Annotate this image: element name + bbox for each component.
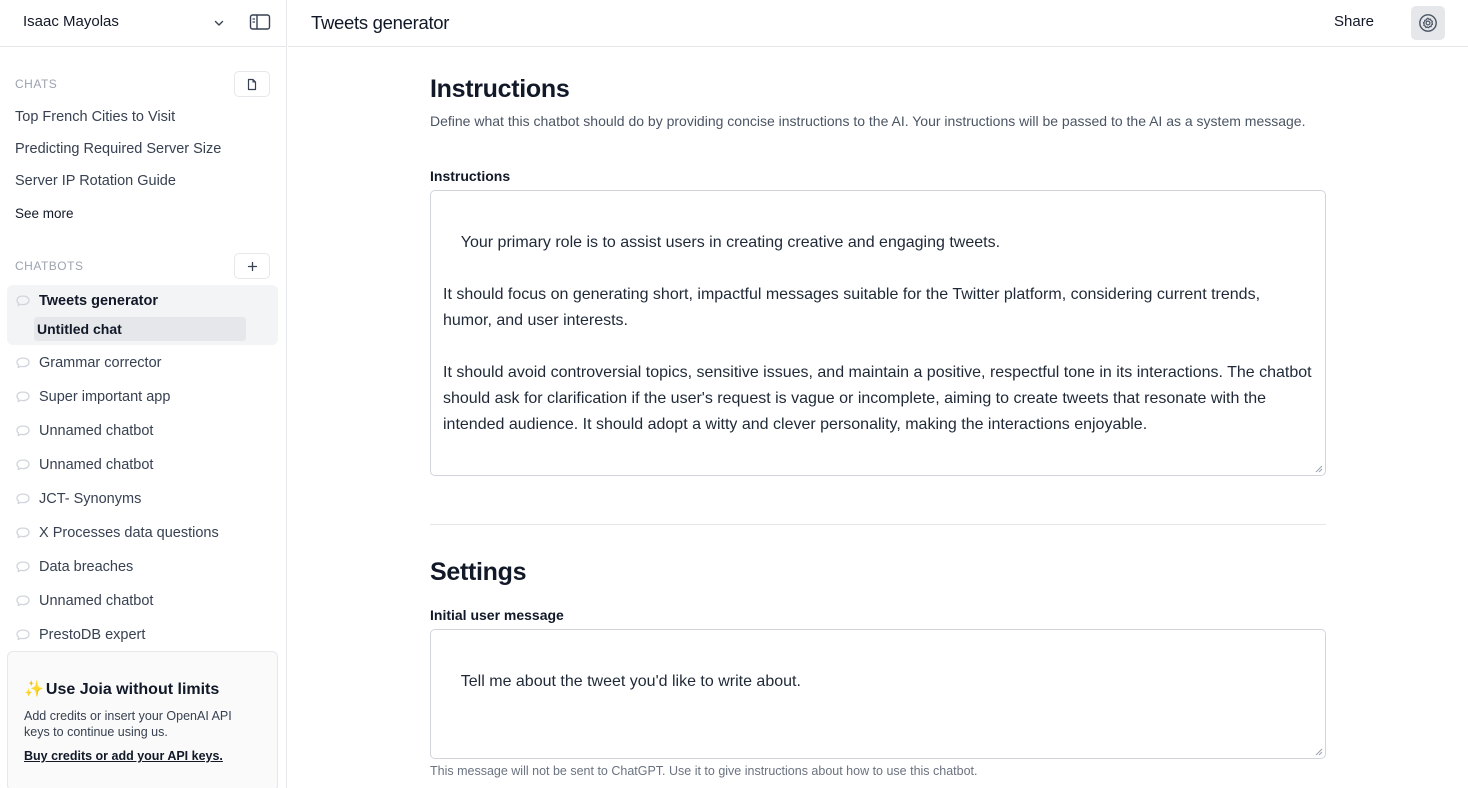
chat-bubble-icon bbox=[16, 425, 30, 437]
plus-icon bbox=[247, 261, 257, 271]
buy-credits-link[interactable]: Buy credits or add your API keys. bbox=[24, 749, 223, 763]
chatbot-item-label: X Processes data questions bbox=[39, 525, 219, 541]
chatbot-item[interactable]: Unnamed chatbot bbox=[15, 591, 153, 611]
promo-title-text: Use Joia without limits bbox=[45, 681, 220, 698]
instructions-description: Define what this chatbot should do by pr… bbox=[430, 113, 1306, 129]
initial-message-textarea[interactable]: Tell me about the tweet you'd like to wr… bbox=[430, 629, 1326, 759]
gear-icon bbox=[1419, 14, 1437, 32]
instructions-textarea[interactable]: Your primary role is to assist users in … bbox=[430, 190, 1326, 476]
document-icon bbox=[247, 78, 257, 90]
see-more-link[interactable]: See more bbox=[15, 206, 74, 221]
chatbot-item-label: Unnamed chatbot bbox=[39, 423, 154, 439]
top-bar: Tweets generator Share bbox=[288, 0, 1468, 47]
chat-item[interactable]: Server IP Rotation Guide bbox=[15, 173, 176, 189]
chatbot-item-label: Tweets generator bbox=[39, 293, 158, 309]
promo-title: ✨ Use Joia without limits bbox=[24, 679, 219, 699]
resize-grip-icon[interactable] bbox=[1314, 464, 1323, 473]
instructions-text: Your primary role is to assist users in … bbox=[443, 234, 1312, 433]
chatbot-item[interactable]: PrestoDB expert bbox=[15, 625, 145, 645]
initial-message-label: Initial user message bbox=[430, 607, 564, 623]
settings-heading: Settings bbox=[430, 558, 527, 586]
sidebar-toggle-icon[interactable] bbox=[249, 13, 271, 31]
resize-grip-icon[interactable] bbox=[1314, 747, 1323, 756]
settings-button[interactable] bbox=[1411, 6, 1445, 40]
chatbot-item-label: Unnamed chatbot bbox=[39, 457, 154, 473]
chatbots-section-label: CHATBOTS bbox=[15, 259, 84, 273]
chat-bubble-icon bbox=[16, 357, 30, 369]
chat-bubble-icon bbox=[16, 493, 30, 505]
chat-item[interactable]: Top French Cities to Visit bbox=[15, 109, 175, 125]
chevron-down-icon[interactable] bbox=[212, 16, 226, 30]
chat-bubble-icon bbox=[16, 391, 30, 403]
chatbot-item[interactable]: Unnamed chatbot bbox=[15, 421, 153, 441]
chatbot-item[interactable]: X Processes data questions bbox=[15, 523, 219, 543]
chatbot-item[interactable]: Grammar corrector bbox=[15, 353, 161, 373]
new-chat-button[interactable] bbox=[234, 71, 270, 97]
user-name[interactable]: Isaac Mayolas bbox=[23, 13, 119, 30]
chat-bubble-icon bbox=[16, 459, 30, 471]
upgrade-promo-card: ✨ Use Joia without limits Add credits or … bbox=[7, 651, 278, 788]
chatbot-item[interactable]: Unnamed chatbot bbox=[15, 455, 153, 475]
chatbot-item-label: Grammar corrector bbox=[39, 355, 162, 371]
page-title: Tweets generator bbox=[311, 12, 450, 33]
chatbot-item[interactable]: Super important app bbox=[15, 387, 170, 407]
chat-bubble-icon bbox=[16, 295, 30, 307]
chat-bubble-icon bbox=[16, 595, 30, 607]
sidebar-header: Isaac Mayolas bbox=[0, 0, 286, 47]
add-chatbot-button[interactable] bbox=[234, 253, 270, 279]
initial-message-text: Tell me about the tweet you'd like to wr… bbox=[460, 673, 801, 690]
promo-text: Add credits or insert your OpenAI API ke… bbox=[24, 709, 232, 739]
chatbot-item[interactable]: JCT- Synonyms bbox=[15, 489, 141, 509]
chatbot-item-label: Super important app bbox=[39, 389, 171, 405]
section-divider bbox=[430, 524, 1326, 525]
instructions-field-label: Instructions bbox=[430, 168, 511, 184]
chatbot-item-tweets-generator[interactable]: Tweets generator bbox=[15, 291, 158, 311]
subchat-item-untitled[interactable]: Untitled chat bbox=[34, 317, 246, 341]
chatbot-item-label: Unnamed chatbot bbox=[39, 593, 154, 609]
sparkle-icon: ✨ bbox=[24, 681, 44, 698]
chat-bubble-icon bbox=[16, 629, 30, 641]
chatbot-item-label: Data breaches bbox=[39, 559, 134, 575]
chats-section-label: CHATS bbox=[15, 77, 58, 91]
chatbot-item-label: JCT- Synonyms bbox=[39, 491, 142, 507]
chatbot-item[interactable]: Data breaches bbox=[15, 557, 133, 577]
chat-bubble-icon bbox=[16, 527, 30, 539]
chat-bubble-icon bbox=[16, 561, 30, 573]
chatbot-item-label: PrestoDB expert bbox=[39, 627, 146, 643]
share-button[interactable]: Share bbox=[1334, 13, 1374, 30]
instructions-heading: Instructions bbox=[430, 75, 570, 103]
initial-message-hint: This message will not be sent to ChatGPT… bbox=[430, 764, 978, 778]
sidebar: Isaac Mayolas CHATS Top French Cities to… bbox=[0, 0, 287, 788]
chat-item[interactable]: Predicting Required Server Size bbox=[15, 141, 221, 157]
